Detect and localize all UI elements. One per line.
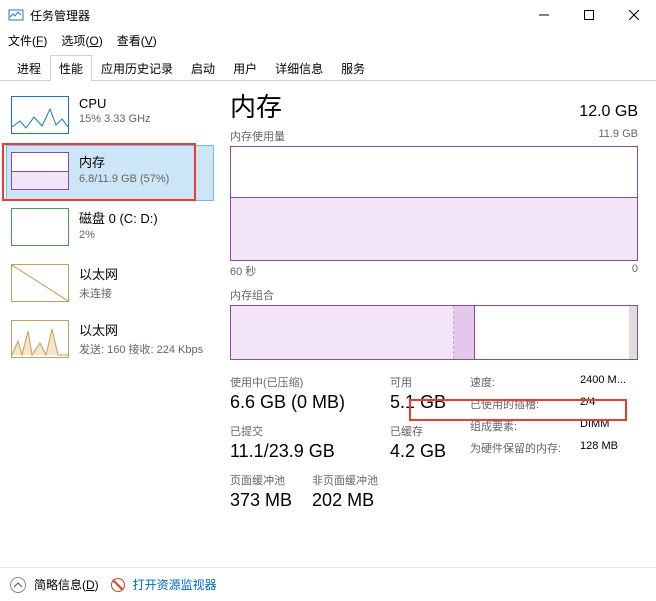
sidebar-item-sub: 6.8/11.9 GB (57%) (79, 173, 209, 185)
cpu-thumb-icon (11, 96, 69, 134)
stat-label: 页面缓冲池 (230, 472, 292, 488)
minimize-button[interactable] (521, 0, 566, 30)
sidebar-item-sub: 2% (79, 229, 209, 241)
spec-label: 为硬件保留的内存: (470, 440, 580, 456)
sidebar-item-label: 内存 (79, 152, 209, 171)
ethernet-thumb-icon (11, 264, 69, 302)
stat-nonpaged: 202 MB (312, 490, 378, 511)
menu-view[interactable]: 查看(V) (117, 32, 157, 49)
stat-label: 非页面缓冲池 (312, 472, 378, 488)
sidebar-item-sub: 15% 3.33 GHz (79, 113, 209, 125)
menu-options[interactable]: 选项(O) (61, 32, 102, 49)
stat-cached: 4.2 GB (390, 441, 446, 462)
composition-label: 内存组合 (230, 287, 638, 303)
stat-label: 已提交 (230, 423, 370, 439)
spec-speed: 2400 M... (580, 374, 626, 390)
tab-app-history[interactable]: 应用历史记录 (92, 55, 182, 81)
sidebar-item-sub: 发送: 160 接收: 224 Kbps (79, 341, 209, 357)
tab-processes[interactable]: 进程 (8, 55, 50, 81)
sidebar-item-disk[interactable]: 磁盘 0 (C: D:) 2% (6, 201, 214, 257)
menu-file[interactable]: 文件(F) (8, 32, 47, 49)
close-button[interactable] (611, 0, 656, 30)
stat-label: 使用中(已压缩) (230, 374, 370, 390)
sidebar-item-ethernet-2[interactable]: 以太网 发送: 160 接收: 224 Kbps (6, 313, 214, 369)
spec-reserved: 128 MB (580, 440, 618, 456)
stat-label: 已缓存 (390, 423, 446, 439)
memory-total: 12.0 GB (579, 103, 638, 121)
menubar: 文件(F) 选项(O) 查看(V) (0, 30, 656, 55)
footer: 简略信息(D) 打开资源监视器 (0, 567, 656, 601)
maximize-button[interactable] (566, 0, 611, 30)
titlebar: 任务管理器 (0, 0, 656, 30)
spec-slots: 2/4 (580, 396, 595, 412)
fewer-details-link[interactable]: 简略信息(D) (34, 576, 99, 593)
sidebar-item-label: 磁盘 0 (C: D:) (79, 208, 209, 227)
specs-column: 速度:2400 M... 已使用的插槽:2/4 组成要素:DIMM 为硬件保留的… (470, 374, 638, 521)
tab-details[interactable]: 详细信息 (266, 55, 332, 81)
spec-label: 已使用的插槽: (470, 396, 580, 412)
tab-performance[interactable]: 性能 (50, 55, 92, 81)
stat-in-use: 6.6 GB (0 MB) (230, 392, 370, 413)
sidebar-item-label: CPU (79, 96, 209, 111)
stat-committed: 11.1/23.9 GB (230, 441, 370, 462)
tabs: 进程 性能 应用历史记录 启动 用户 详细信息 服务 (0, 55, 656, 81)
sidebar-item-ethernet-1[interactable]: 以太网 未连接 (6, 257, 214, 313)
stat-available: 5.1 GB (390, 392, 446, 413)
sidebar-item-memory[interactable]: 内存 6.8/11.9 GB (57%) (6, 145, 214, 201)
disk-thumb-icon (11, 208, 69, 246)
app-icon (8, 7, 24, 23)
spec-form: DIMM (580, 418, 609, 434)
sidebar-item-label: 以太网 (79, 264, 209, 283)
page-title: 内存 (230, 87, 282, 124)
memory-composition-chart[interactable] (230, 305, 638, 360)
tab-startup[interactable]: 启动 (182, 55, 224, 81)
sidebar-item-label: 以太网 (79, 320, 209, 339)
stat-paged: 373 MB (230, 490, 292, 511)
resmon-icon (111, 578, 125, 592)
stat-label: 可用 (390, 374, 446, 390)
memory-usage-chart[interactable] (230, 146, 638, 261)
collapse-icon[interactable] (10, 577, 26, 593)
tab-users[interactable]: 用户 (224, 55, 266, 81)
window-title: 任务管理器 (30, 7, 521, 24)
content-panel: 内存 12.0 GB 内存使用量 11.9 GB 60 秒 0 内存组合 使用中… (220, 81, 656, 567)
sidebar-item-cpu[interactable]: CPU 15% 3.33 GHz (6, 89, 214, 145)
spec-label: 组成要素: (470, 418, 580, 434)
stats-column: 使用中(已压缩) 6.6 GB (0 MB) 可用 5.1 GB 已提交 11.… (230, 374, 446, 521)
memory-thumb-icon (11, 152, 69, 190)
tab-services[interactable]: 服务 (332, 55, 374, 81)
sidebar: CPU 15% 3.33 GHz 内存 6.8/11.9 GB (57%) 磁盘… (0, 81, 220, 567)
sidebar-item-sub: 未连接 (79, 285, 209, 301)
spec-label: 速度: (470, 374, 580, 390)
usage-chart-max: 11.9 GB (598, 128, 638, 144)
usage-chart-label: 内存使用量 (230, 128, 285, 144)
ethernet-thumb-icon (11, 320, 69, 358)
chart-time-left: 60 秒 (230, 263, 256, 279)
open-resmon-link[interactable]: 打开资源监视器 (133, 576, 217, 593)
chart-time-right: 0 (632, 263, 638, 279)
